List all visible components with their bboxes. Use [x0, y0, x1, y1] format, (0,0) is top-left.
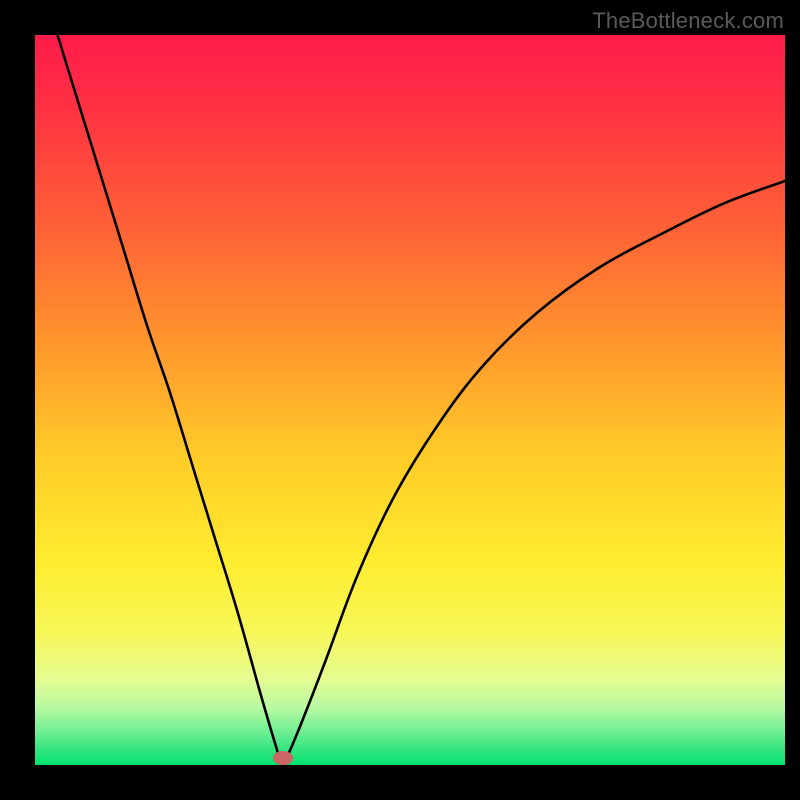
bottleneck-curve	[58, 35, 786, 765]
optimal-point-marker	[273, 751, 293, 765]
plot-area	[35, 35, 785, 765]
watermark-text: TheBottleneck.com	[592, 8, 784, 34]
curve-svg	[35, 35, 785, 765]
chart-frame: TheBottleneck.com	[0, 0, 800, 800]
